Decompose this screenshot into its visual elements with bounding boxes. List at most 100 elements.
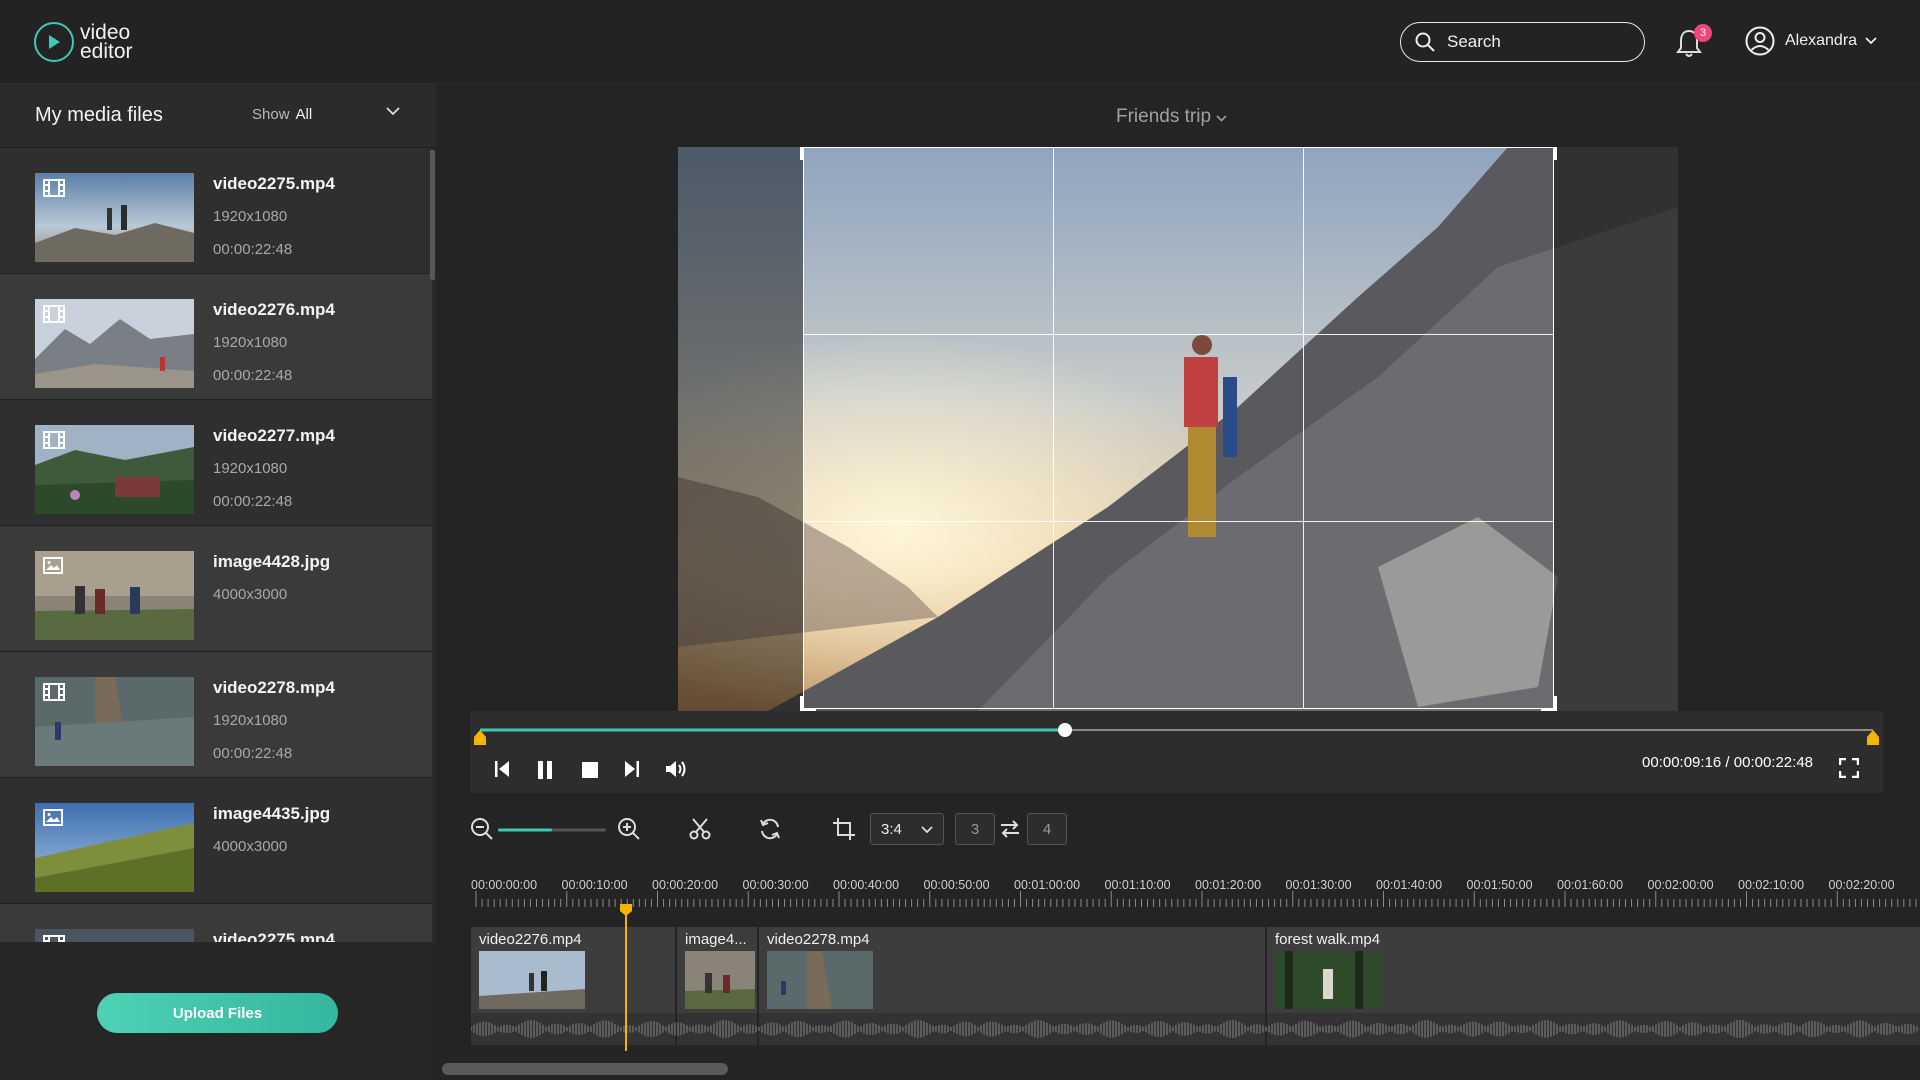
video-preview[interactable]: [678, 147, 1678, 711]
stop-icon[interactable]: [582, 762, 598, 778]
progress-scrubber[interactable]: [1058, 723, 1073, 737]
media-resolution: 1920x1080: [213, 460, 288, 477]
media-sidebar: My media files Show All video2275.mp4 192…: [0, 84, 436, 1080]
ratio-height-input[interactable]: 4: [1027, 813, 1067, 845]
crop-handle-bottom-right[interactable]: [1541, 696, 1557, 711]
video-icon: [43, 935, 65, 942]
playback-controls: 00:00:09:16 / 00:00:22:48: [470, 711, 1883, 793]
grid-line: [1303, 148, 1304, 708]
swap-icon[interactable]: [1000, 820, 1020, 838]
sidebar-title: My media files: [35, 104, 163, 126]
crop-handle-top-right[interactable]: [1541, 147, 1557, 160]
media-item[interactable]: video2275.mp4: [0, 904, 432, 942]
timeline-tick-label: 00:02:00:00: [1647, 878, 1714, 892]
timeline-tick-label: 00:01:00:00: [1014, 878, 1081, 892]
sidebar-scrollbar[interactable]: [430, 150, 435, 280]
chevron-down-icon: [1865, 37, 1877, 45]
play-logo-icon: [34, 22, 74, 62]
notifications-button[interactable]: 3: [1676, 24, 1712, 60]
video-icon: [43, 179, 65, 197]
media-thumbnail: [35, 803, 194, 892]
crop-mask-right: [1554, 147, 1678, 711]
media-thumbnail: [35, 677, 194, 766]
clip-thumbnail: [767, 951, 873, 1009]
fullscreen-icon[interactable]: [1839, 758, 1859, 778]
crop-handle-bottom-left[interactable]: [800, 696, 816, 711]
media-item[interactable]: image4428.jpg 4000x3000: [0, 526, 432, 652]
time-readout: 00:00:09:16 / 00:00:22:48: [1642, 754, 1813, 771]
ratio-width-input[interactable]: 3: [955, 813, 995, 845]
timeline-tick-label: 00:01:20:00: [1195, 878, 1262, 892]
scissors-icon[interactable]: [688, 817, 712, 841]
timeline-ruler[interactable]: 00:00:00:00 00:00:10:00 00:00:20:00 00:00:3…: [471, 869, 1920, 909]
logo-line-2: editor: [80, 40, 133, 63]
media-thumbnail: [35, 551, 194, 640]
chevron-down-icon: [1216, 115, 1227, 122]
timeline-tick-label: 00:00:20:00: [652, 878, 719, 892]
timeline-tick-label: 00:01:50:00: [1466, 878, 1533, 892]
clip-name: forest walk.mp4: [1275, 931, 1381, 948]
timeline-tick-label: 00:00:50:00: [923, 878, 990, 892]
clip-name: video2276.mp4: [479, 931, 582, 948]
media-item[interactable]: image4435.jpg 4000x3000: [0, 778, 432, 904]
sidebar-footer: Upload Files: [0, 942, 436, 1080]
media-resolution: 4000x3000: [213, 586, 288, 603]
crop-frame[interactable]: [800, 147, 1557, 711]
media-resolution: 1920x1080: [213, 208, 288, 225]
media-thumbnail: [35, 299, 194, 388]
media-name: video2275.mp4: [213, 174, 335, 193]
media-name: video2276.mp4: [213, 300, 335, 319]
show-filter[interactable]: Show All: [252, 106, 312, 123]
clip-thumbnail: [1275, 951, 1381, 1009]
timeline-tick-label: 00:00:00:00: [471, 878, 538, 892]
skip-back-icon[interactable]: [494, 760, 510, 778]
rotate-icon[interactable]: [758, 817, 782, 841]
image-icon: [43, 557, 63, 574]
media-item[interactable]: video2278.mp4 1920x1080 00:00:22:48: [0, 652, 432, 778]
media-duration: 00:00:22:48: [213, 493, 293, 510]
timeline-tick-label: 00:01:30:00: [1285, 878, 1352, 892]
search-icon: [1415, 32, 1435, 52]
zoom-in-icon[interactable]: [617, 817, 641, 841]
media-thumbnail: [35, 929, 194, 942]
timeline-tick-label: 00:02:20:00: [1828, 878, 1895, 892]
timeline-playhead[interactable]: [620, 904, 632, 1051]
timeline-scrollbar[interactable]: [442, 1063, 728, 1075]
project-title-dropdown[interactable]: Friends trip: [1116, 106, 1227, 128]
chevron-down-icon[interactable]: [386, 107, 400, 116]
timeline-tick-label: 00:01:40:00: [1376, 878, 1443, 892]
trim-end-handle[interactable]: [1866, 730, 1880, 746]
logo-text: video editor: [80, 22, 133, 63]
media-item[interactable]: video2276.mp4 1920x1080 00:00:22:48: [0, 274, 432, 400]
media-item[interactable]: video2277.mp4 1920x1080 00:00:22:48: [0, 400, 432, 526]
media-duration: 00:00:22:48: [213, 367, 293, 384]
clip-thumbnail: [479, 951, 585, 1009]
editor-main: Friends trip 00:00:09:16 / 00:00:22:48 3…: [436, 84, 1920, 1080]
timeline-track: video2276.mp4 image4... video2278.mp4 fo…: [471, 927, 1920, 1045]
skip-forward-icon[interactable]: [624, 760, 640, 778]
upload-files-button[interactable]: Upload Files: [97, 993, 338, 1033]
media-name: video2278.mp4: [213, 678, 335, 697]
grid-line: [804, 521, 1553, 522]
crop-mask-left: [678, 147, 803, 711]
image-icon: [43, 809, 63, 826]
trim-start-handle[interactable]: [473, 730, 487, 746]
zoom-slider[interactable]: [498, 827, 606, 833]
aspect-ratio-select[interactable]: 3:4: [870, 813, 944, 845]
chevron-down-icon: [921, 826, 933, 834]
user-menu[interactable]: Alexandra: [1745, 26, 1877, 56]
zoom-out-icon[interactable]: [470, 817, 494, 841]
search-input[interactable]: Search: [1400, 22, 1645, 62]
media-thumbnail: [35, 425, 194, 514]
timeline-tick-label: 00:02:10:00: [1738, 878, 1805, 892]
crop-handle-top-left[interactable]: [800, 147, 816, 160]
app-logo[interactable]: video editor: [34, 22, 133, 62]
volume-icon[interactable]: [665, 760, 687, 778]
sidebar-header: My media files Show All: [0, 84, 436, 148]
media-resolution: 4000x3000: [213, 838, 288, 855]
project-title: Friends trip: [1116, 106, 1212, 127]
media-item[interactable]: video2275.mp4 1920x1080 00:00:22:48: [0, 148, 432, 274]
pause-icon[interactable]: [536, 760, 554, 780]
crop-icon[interactable]: [832, 817, 856, 841]
notification-badge: 3: [1694, 24, 1712, 42]
